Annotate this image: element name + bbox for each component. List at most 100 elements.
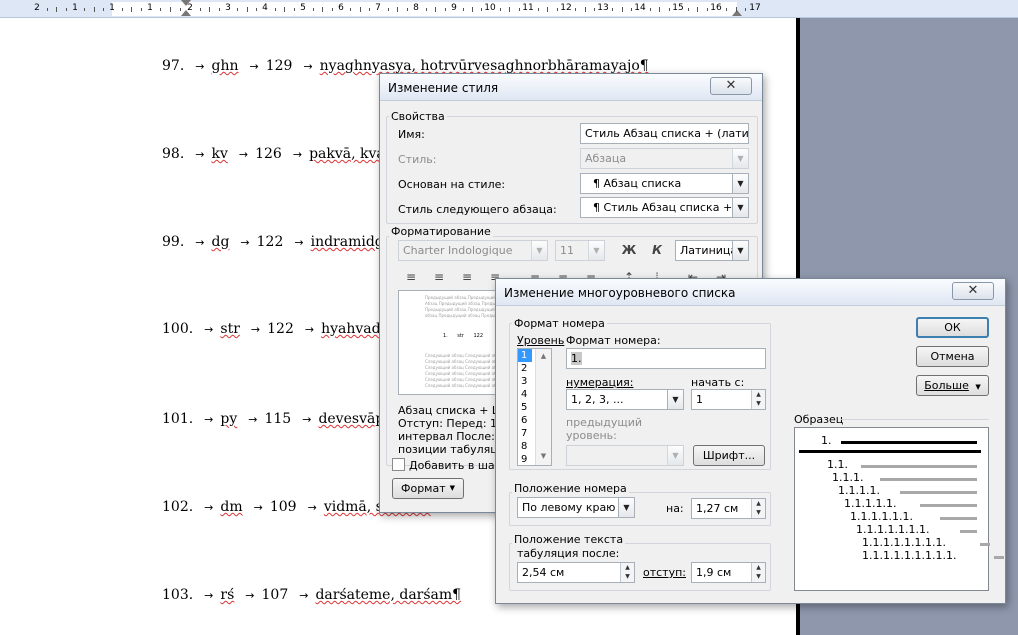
ruler-tick — [584, 7, 586, 12]
chevron-down-icon[interactable]: ▼ — [732, 198, 748, 217]
ruler-tick — [725, 8, 727, 11]
close-icon[interactable]: ✕ — [710, 77, 752, 95]
ruler-tick — [131, 7, 132, 12]
ruler-tick — [274, 8, 276, 11]
numbering-select[interactable]: 1, 2, 3, ... ▼ — [566, 389, 684, 410]
document-line[interactable]: 97. → ghn → 129 → nyaghnyasya, hotrvūrvesaghno… — [162, 58, 653, 74]
name-input[interactable]: Стиль Абзац списка + (латиница — [580, 123, 749, 144]
align-right-icon[interactable]: ≡ — [456, 267, 478, 287]
ruler-number: 7 — [375, 3, 381, 13]
sample-preview: 1. 1.1. 1.1.1. 1.1.1.1. 1.1.1.1.1. 1.1.1.1.1.… — [794, 427, 1004, 591]
font-select[interactable]: Charter Indologique ▼ — [398, 240, 548, 261]
aligned-at-label: на: — [666, 502, 684, 515]
indent-value: 1,9 см — [696, 566, 732, 579]
document-line[interactable]: 101. → py → 115 → devesvāpya — [162, 411, 405, 427]
ruler-number: 16 — [710, 3, 722, 13]
start-at-label: начать с: — [691, 376, 745, 389]
tab-after-spinner[interactable]: 2,54 см ▲ ▼ — [517, 562, 635, 583]
based-on-label: Основан на стиле: — [398, 178, 506, 191]
ruler-tick — [387, 8, 389, 11]
font-size-value: 11 — [560, 244, 574, 257]
format-menu-button[interactable]: Формат ▼ — [392, 478, 464, 499]
italic-button[interactable]: К — [646, 240, 668, 260]
ruler-tick — [472, 7, 473, 12]
ruler-tick — [284, 7, 285, 12]
chevron-down-icon[interactable]: ▼ — [667, 390, 683, 409]
aligned-at-spin-buttons[interactable]: ▲ ▼ — [751, 499, 765, 518]
ruler-tick — [621, 7, 623, 12]
chevron-down-icon[interactable]: ▼ — [732, 174, 748, 193]
tab-arrow-icon: → — [238, 148, 249, 161]
line-number: 97. — [162, 58, 185, 74]
level-label: Уровень — [517, 334, 565, 347]
right-indent-marker[interactable] — [732, 10, 742, 16]
add-to-template-checkbox[interactable] — [392, 458, 405, 471]
alignment-select[interactable]: По левому краю ▼ — [517, 497, 635, 518]
chevron-down-icon[interactable]: ▼ — [618, 498, 634, 517]
level-item[interactable]: 1 — [518, 349, 532, 362]
horizontal-ruler[interactable]: 2 1 1 1 2 3 4 5 6 7 8 9 10 11 12 13 14 15 16 17 — [0, 0, 1018, 18]
line-count: 126 — [255, 146, 282, 162]
ruler-number: 9 — [451, 3, 457, 13]
ruler-tick — [537, 8, 539, 11]
align-center-icon[interactable]: ≡ — [428, 267, 450, 287]
sample-text-line — [920, 504, 977, 507]
tab-arrow-icon: → — [307, 501, 317, 514]
ruler-tick — [649, 8, 651, 11]
ruler-tick — [499, 8, 501, 11]
ruler-tick — [84, 8, 86, 11]
ruler-tick — [46, 8, 48, 11]
document-line[interactable]: 99. → dg → 122 → indramidgā — [162, 234, 396, 250]
tab-arrow-icon: → — [302, 413, 312, 426]
cancel-button[interactable]: Отмена — [916, 346, 989, 367]
next-style-label: Стиль следующего абзаца: — [398, 203, 557, 216]
script-select[interactable]: Латиница ▼ — [675, 240, 749, 261]
sample-text-line — [841, 441, 977, 444]
line-number: 103. — [162, 587, 194, 603]
ruler-tick — [575, 8, 577, 11]
ruler-tick — [93, 7, 95, 12]
document-line[interactable]: 98. → kv → 126 → pakvā, kva¶ — [162, 146, 398, 162]
ruler-number: 3 — [225, 3, 231, 13]
based-on-value: ¶ Абзац списка — [593, 177, 682, 190]
font-button[interactable]: Шрифт... — [693, 445, 765, 466]
based-on-select[interactable]: ¶ Абзац списка ▼ — [580, 173, 749, 194]
ruler-tick — [406, 8, 408, 11]
tab-after-spin-buttons[interactable]: ▲ ▼ — [620, 563, 634, 582]
indent-spin-buttons[interactable]: ▲ ▼ — [751, 563, 765, 582]
scroll-up-icon[interactable]: ▲ — [536, 349, 551, 363]
ruler-tick — [121, 8, 123, 11]
style-description-1: Абзац списка + Шр — [398, 404, 511, 417]
close-icon[interactable]: ✕ — [952, 282, 994, 300]
level-list-scrollbar[interactable]: ▲ ▼ — [535, 349, 551, 465]
line-number: 101. — [162, 411, 194, 427]
ruler-tick — [687, 8, 689, 11]
scroll-down-icon[interactable]: ▼ — [536, 449, 551, 463]
aligned-at-spinner[interactable]: 1,27 см ▲ ▼ — [691, 498, 766, 519]
sample-separator — [841, 419, 989, 420]
document-line[interactable]: 103. → rś → 107 → darśateme, darśam¶ — [162, 587, 465, 603]
font-size-select[interactable]: 11 ▼ — [555, 240, 605, 261]
ruler-number: 6 — [338, 3, 344, 13]
number-format-value: 1. — [571, 352, 582, 365]
indent-spinner[interactable]: 1,9 см ▲ ▼ — [691, 562, 766, 583]
modify-multilevel-list-dialog: Изменение многоуровневого списка ✕ Форма… — [495, 278, 1006, 604]
ruler-tick — [547, 7, 548, 12]
ruler-number: 11 — [522, 3, 534, 13]
document-line[interactable]: 100. → str → 122 → hyahvadgrb — [162, 321, 409, 337]
line-text: nyaghnyasya, hotrvūrvesaghnorbhāramayajo… — [319, 58, 649, 74]
tab-arrow-icon: → — [204, 413, 214, 426]
start-at-spin-buttons[interactable]: ▲ ▼ — [751, 390, 765, 409]
number-position-group-title: Положение номера — [512, 482, 629, 495]
ruler-tick — [331, 8, 333, 11]
number-format-input[interactable]: 1. — [566, 348, 766, 369]
more-button[interactable]: Больше ▼ — [916, 375, 989, 396]
start-at-spinner[interactable]: 1 ▲ ▼ — [691, 389, 766, 410]
align-left-icon[interactable]: ≡ — [400, 267, 422, 287]
level-list[interactable]: 123456789 ▲ ▼ — [517, 348, 552, 466]
chevron-down-icon[interactable]: ▼ — [732, 241, 748, 260]
next-style-select[interactable]: ¶ Стиль Абзац списка + (л ▼ — [580, 197, 749, 218]
bold-button[interactable]: Ж — [618, 240, 640, 260]
ok-button[interactable]: ОК — [916, 317, 989, 338]
aligned-at-value: 1,27 см — [696, 502, 739, 515]
